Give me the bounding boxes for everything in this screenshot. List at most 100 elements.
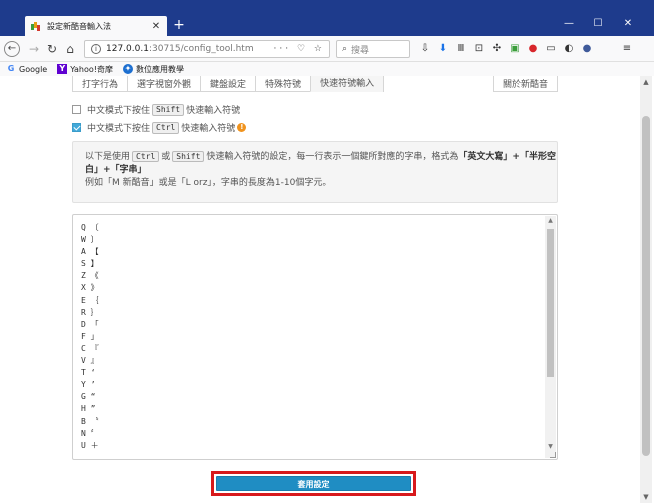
symbol-mapping-textarea[interactable]: Q 〔 W 〕 A 【 S 】 Z 《 X 》 E ｛ R ｝ D 「 F 」 C 『 V 』 T ‘ Y… [72,214,558,460]
tab-special-symbols[interactable]: 特殊符號 [255,76,311,92]
textarea-line: F 」 [81,331,99,341]
resize-handle-icon[interactable] [550,452,556,458]
bookmark-yahoo[interactable]: Y Yahoo!奇摩 [57,64,113,75]
navigation-toolbar: ← → ↻ ⌂ i 127.0.0.1:30715/config_tool.ht… [0,36,654,62]
textarea-line: A 【 [81,247,99,257]
textarea-line: N 〞 [81,428,99,438]
search-input[interactable]: ⌕ 搜尋 [336,40,410,58]
shift-key-label: Shift [172,151,205,162]
textarea-line: Q 〔 [81,223,99,232]
shift-option-label-before: 中文模式下按住 [87,106,151,116]
sync-icon[interactable]: ◐ [562,41,576,57]
forward-arrow-icon[interactable]: → [26,41,42,57]
textarea-scrollbar[interactable]: ▲ ▼ [545,216,556,458]
url-text[interactable]: 127.0.0.1:30715/config_tool.htm [106,44,274,54]
ctrl-option-label-after: 快速輸入符號 [181,124,236,134]
tab-candidate-window[interactable]: 選字視窗外觀 [127,76,201,92]
info-box: 以下是使用 Ctrl 或 Shift 快速輸入符號的設定，每一行表示一個鍵所對應的字串，… [72,141,558,203]
maximize-button[interactable]: ☐ [586,17,610,31]
page-scrollbar-thumb[interactable] [642,116,650,456]
downloads-icon[interactable]: ⬇ [436,41,450,57]
reload-icon[interactable]: ↻ [44,41,60,57]
scroll-up-icon[interactable]: ▲ [545,217,556,224]
info-text: 快速輸入符號的設定，每一行表示一個鍵所對應的字串，格式為 [206,152,459,162]
browser-titlebar: 設定新酷音輸入法 ✕ + — ☐ ✕ [0,0,654,36]
search-placeholder: 搜尋 [351,45,370,56]
color-extension-icon[interactable]: ▣ [508,41,522,57]
textarea-content[interactable]: Q 〔 W 〕 A 【 S 】 Z 《 X 》 E ｛ R ｝ D 「 F 」 C 『 V 』 T ‘ Y… [81,222,99,452]
account-icon[interactable]: ● [580,41,594,57]
info-line-2: 白」+「字串」 [85,164,545,177]
extension-icon[interactable]: ✣ [490,41,504,57]
page-scroll-down-icon[interactable]: ▼ [640,493,652,501]
site-info-icon[interactable]: i [91,44,101,54]
tab-typing-behavior[interactable]: 打字行為 [72,76,128,92]
textarea-line: B 〝 [81,416,99,426]
shift-checkbox[interactable] [72,105,81,114]
apply-highlight-frame: 套用設定 [211,471,416,496]
textarea-line: W 〕 [81,235,99,245]
scroll-down-icon[interactable]: ▼ [545,443,556,450]
page-content: 打字行為 選字視窗外觀 鍵盤設定 特殊符號 快速符號輸入 關於新酷音 中文模式下… [0,76,654,503]
textarea-line: T ‘ [81,368,96,378]
textarea-line: H ” [81,404,96,414]
textarea-line: S 】 [81,259,99,269]
bookmark-label: Yahoo!奇摩 [70,64,113,74]
textarea-line: U ＋ [81,440,99,450]
home-icon[interactable]: ⌂ [62,41,78,57]
education-icon: ✦ [122,64,133,74]
tab-title: 設定新酷音輸入法 [47,21,111,31]
ctrl-checkbox[interactable] [72,123,81,132]
shift-option: 中文模式下按住 Shift 快速輸入符號 [72,103,240,116]
address-bar[interactable]: i 127.0.0.1:30715/config_tool.htm ··· ♡ … [84,40,330,58]
shift-key-label: Shift [152,103,185,116]
scrollbar-thumb[interactable] [547,229,554,377]
close-tab-icon[interactable]: ✕ [151,21,161,32]
google-icon: G [7,64,15,73]
page-scroll-up-icon[interactable]: ▲ [640,78,652,86]
textarea-line: E ｛ [81,295,99,305]
bookmarks-library-icon[interactable]: Ⅲ [454,41,468,57]
screenshot-icon[interactable]: ⊡ [472,41,486,57]
yahoo-icon: Y [57,64,68,74]
bookmarks-bar: G Google Y Yahoo!奇摩 ✦ 數位應用教學 [0,62,654,76]
apply-settings-button[interactable]: 套用設定 [216,476,411,491]
page-scrollbar[interactable]: ▲ ▼ [640,76,652,503]
close-window-button[interactable]: ✕ [616,17,640,31]
settings-tabs: 打字行為 選字視窗外觀 鍵盤設定 特殊符號 快速符號輸入 關於新酷音 [72,76,558,92]
ctrl-option-label-before: 中文模式下按住 [87,124,151,134]
info-text: 以下是使用 [85,152,131,162]
tab-about[interactable]: 關於新酷音 [492,76,558,92]
new-tab-button[interactable]: + [172,17,186,33]
search-icon: ⌕ [342,44,348,54]
textarea-line: Y ’ [81,380,96,390]
shift-option-label-after: 快速輸入符號 [186,106,241,116]
info-text: 或 [161,152,171,162]
info-line-3: 例如「M 新酷音」或是「L orz」，字串的長度為1-10個字元。 [85,178,332,188]
library-icon[interactable]: ⇩ [418,41,432,57]
format-text: 「英文大寫」+「半形空 [458,152,556,162]
tab-keyboard[interactable]: 鍵盤設定 [200,76,256,92]
adblock-icon[interactable]: ● [526,41,540,57]
textarea-line: X 》 [81,283,99,293]
info-line-1: 以下是使用 Ctrl 或 Shift 快速輸入符號的設定，每一行表示一個鍵所對應的字串，… [85,151,556,164]
back-arrow-icon[interactable]: ← [4,41,20,57]
ctrl-option: 中文模式下按住 Ctrl 快速輸入符號 ! [72,121,247,134]
bookmark-digital-teaching[interactable]: ✦ 數位應用教學 [122,64,184,75]
tab-quick-symbols[interactable]: 快速符號輸入 [310,76,384,92]
menu-icon[interactable]: ≡ [620,41,634,57]
url-host: 127.0.0.1 [106,44,149,54]
ctrl-key-label: Ctrl [132,151,160,162]
tab-spacer [383,76,493,92]
warning-icon[interactable]: ! [237,123,247,132]
bookmark-label: Google [19,64,48,74]
minimize-button[interactable]: — [557,17,581,31]
textarea-line: C 『 [81,343,99,353]
bookmark-label: 數位應用教學 [135,64,184,74]
textarea-line: Z 《 [81,271,99,281]
textarea-line: G “ [81,392,96,402]
reader-view-icon[interactable]: ▭ [544,41,558,57]
page-actions-icon[interactable]: ··· ♡ ☆ [274,44,325,54]
browser-tab[interactable]: 設定新酷音輸入法 ✕ [25,16,167,36]
bookmark-google[interactable]: G Google [6,64,48,74]
